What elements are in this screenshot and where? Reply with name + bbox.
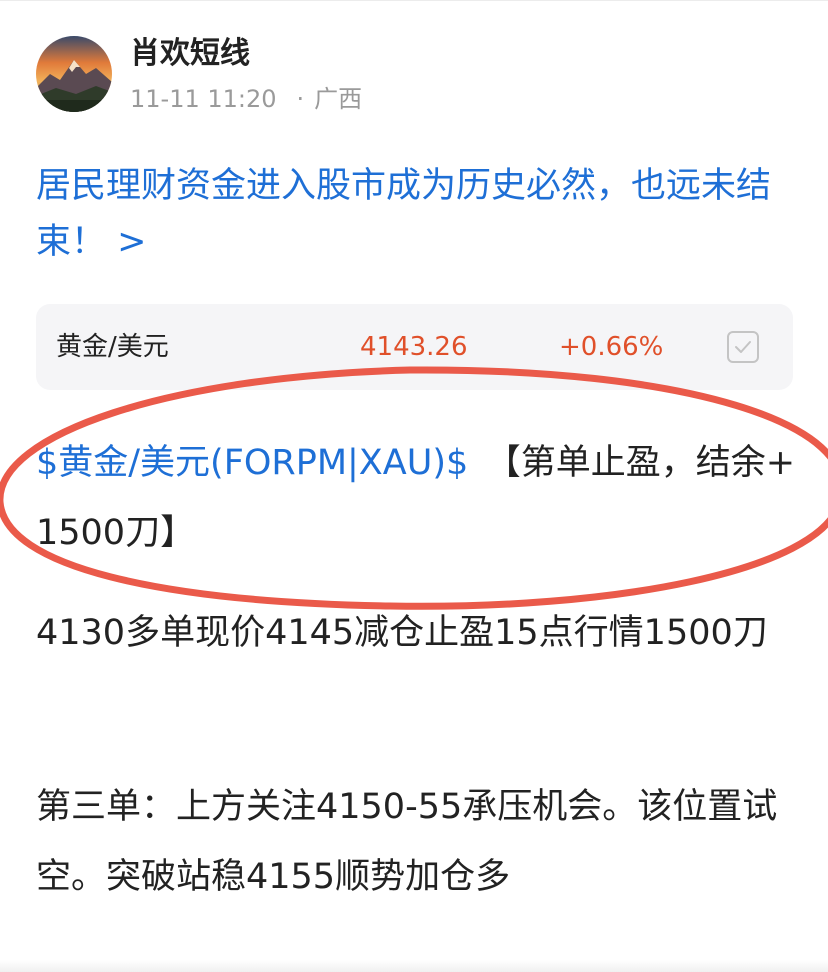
quote-name: 黄金/美元 — [56, 332, 169, 362]
avatar[interactable] — [36, 36, 112, 112]
author-name[interactable]: 肖欢短线 — [130, 34, 250, 74]
post-datetime: 11-11 11:20 — [130, 85, 277, 113]
paragraph-order-status: 4130多单现价4145减仓止盈15点行情1500刀 — [36, 613, 768, 653]
post-meta: 11-11 11:20 · 广西 — [130, 84, 362, 114]
meta-separator: · — [296, 85, 305, 113]
stock-tag-link[interactable]: $黄金/美元(FORPM|XAU)$ — [36, 443, 468, 483]
article-link[interactable]: 居民理财资金进入股市成为历史必然，也远未结束！ > — [36, 158, 796, 270]
quote-price: 4143.26 — [360, 332, 468, 362]
quote-card[interactable]: 黄金/美元 4143.26 +0.66% — [36, 304, 793, 390]
check-mark-icon — [735, 341, 751, 353]
paragraph-stop-profit: $黄金/美元(FORPM|XAU)$ 【第单止盈，结余+ 1500刀】 — [36, 428, 796, 568]
post-location: 广西 — [314, 85, 363, 113]
top-divider — [0, 0, 828, 1]
checkbox-check-icon[interactable] — [727, 331, 759, 363]
mountain-sunset-avatar-icon — [36, 36, 112, 112]
quote-change: +0.66% — [559, 332, 664, 362]
bottom-fade — [0, 960, 828, 972]
paragraph-third-order: 第三单：上方关注4150-55承压机会。该位置试空。突破站稳4155顺势加仓多 — [36, 787, 778, 897]
